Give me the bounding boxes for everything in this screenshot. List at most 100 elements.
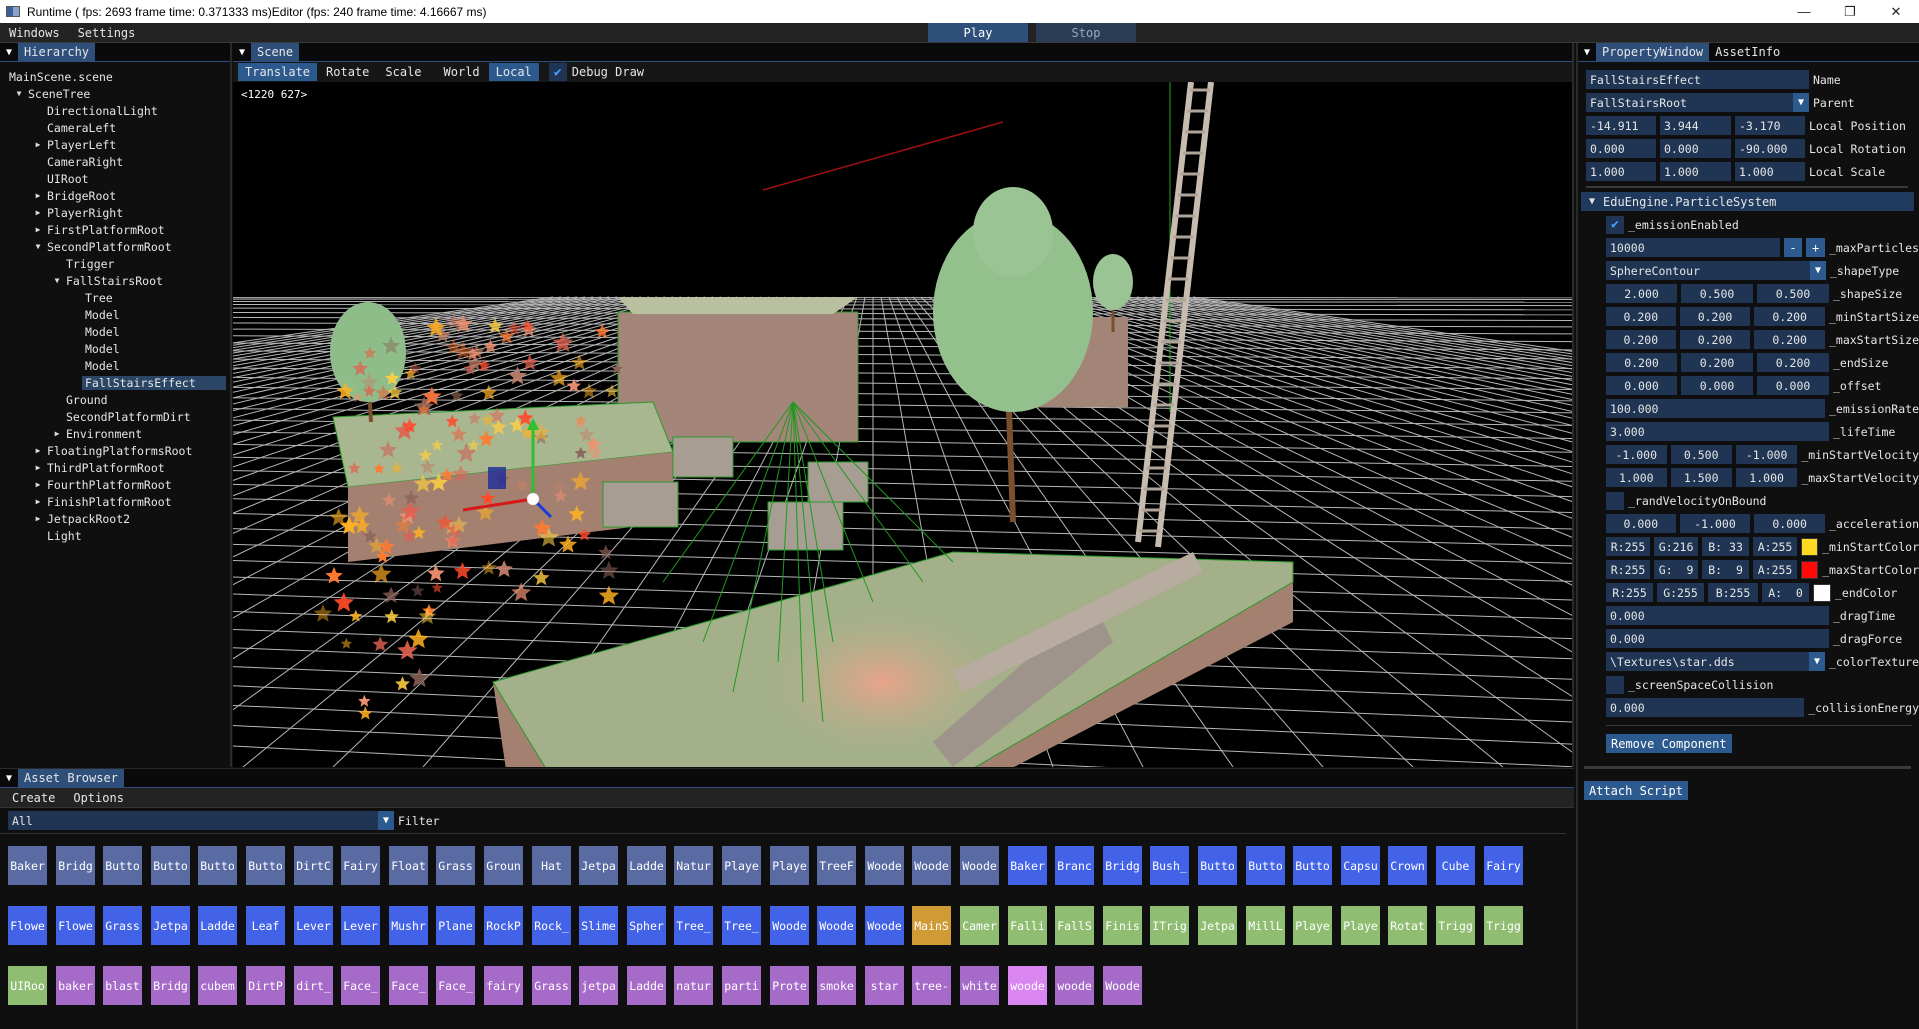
local-rotation-z[interactable]: -90.000 (1735, 139, 1805, 158)
asset-tile-model[interactable]: Natur (674, 846, 713, 885)
asset-tile-script[interactable]: Finis (1103, 906, 1142, 945)
asset-tile-model[interactable]: Woode (912, 846, 951, 885)
tab-asset-info[interactable]: AssetInfo (1709, 43, 1786, 61)
collapse-arrow-icon[interactable]: ▶ (32, 463, 44, 472)
asset-tile-model[interactable]: Float (389, 846, 428, 885)
minimize-button[interactable]: — (1781, 0, 1827, 23)
color-r-input[interactable]: R:255 (1606, 560, 1651, 579)
collapse-arrow-icon[interactable]: ▶ (32, 514, 44, 523)
drag-time-input[interactable]: 0.000 (1606, 606, 1829, 625)
color-g-input[interactable]: G: 9 (1654, 560, 1699, 579)
asset-tile-material[interactable]: Ladde (627, 966, 666, 1005)
asset-tile-model[interactable]: Grass (436, 846, 475, 885)
asset-tile-script[interactable]: Jetpa (1198, 906, 1237, 945)
asset-tile-texture[interactable]: Slime (579, 906, 618, 945)
asset-tile-model[interactable]: Jetpa (579, 846, 618, 885)
asset-tile-model[interactable]: Woode (865, 846, 904, 885)
scene-viewport[interactable]: <1220 627> (233, 82, 1572, 767)
menu-options[interactable]: Options (61, 791, 130, 805)
tab-property-window[interactable]: PropertyWindow (1596, 43, 1710, 61)
max-start-velocity-y[interactable]: 1.500 (1670, 468, 1732, 487)
tab-scene[interactable]: Scene (251, 43, 300, 61)
min-start-velocity-y[interactable]: 0.500 (1670, 445, 1732, 464)
asset-tile-script[interactable]: MillL (1246, 906, 1285, 945)
emission-rate-input[interactable]: 100.000 (1606, 399, 1825, 418)
tree-item[interactable]: Ground (0, 391, 230, 408)
color-r-input[interactable]: R:255 (1606, 583, 1653, 602)
attach-script-button[interactable]: Attach Script (1584, 781, 1688, 800)
tree-item[interactable]: ▼ SecondPlatformRoot (0, 238, 230, 255)
asset-tile-script[interactable]: FallS (1055, 906, 1094, 945)
maximize-button[interactable]: ❐ (1827, 0, 1873, 23)
asset-tile-texture[interactable]: Woode (865, 906, 904, 945)
color-g-input[interactable]: G:255 (1657, 583, 1704, 602)
asset-tile-script[interactable]: Trigg (1436, 906, 1475, 945)
debug-draw-checkbox[interactable]: ✔ (548, 63, 567, 81)
asset-tile-material[interactable]: tree- (912, 966, 951, 1005)
asset-tile-script[interactable]: Camer (960, 906, 999, 945)
color-a-input[interactable]: A:255 (1753, 537, 1798, 556)
tab-asset-browser[interactable]: Asset Browser (18, 769, 124, 787)
tree-item[interactable]: ▶ ThirdPlatformRoot (0, 459, 230, 476)
rand-velocity-checkbox[interactable] (1606, 491, 1624, 510)
asset-tile-texture[interactable]: Woode (817, 906, 856, 945)
tree-item[interactable]: ▶ FirstPlatformRoot (0, 221, 230, 238)
asset-tile-model[interactable]: Butto (103, 846, 142, 885)
tree-item[interactable]: DirectionalLight (0, 102, 230, 119)
asset-tile-script[interactable]: ITrig (1150, 906, 1189, 945)
panel-collapse-icon[interactable]: ▼ (233, 43, 251, 61)
tree-item[interactable]: ▶ PlayerRight (0, 204, 230, 221)
asset-tile-model[interactable]: Ladde (627, 846, 666, 885)
asset-tile-model[interactable]: Butto (151, 846, 190, 885)
asset-tile-texture[interactable]: Crown (1388, 846, 1427, 885)
collapse-arrow-icon[interactable]: ▶ (32, 480, 44, 489)
asset-tile-material[interactable]: Face_ (436, 966, 475, 1005)
local-position-z[interactable]: -3.170 (1735, 116, 1805, 135)
asset-tile-texture[interactable]: Jetpa (151, 906, 190, 945)
asset-tile-material[interactable]: baker (56, 966, 95, 1005)
tab-hierarchy[interactable]: Hierarchy (18, 43, 96, 61)
vector-y-input[interactable]: 0.200 (1679, 307, 1751, 326)
tree-item[interactable]: CameraRight (0, 153, 230, 170)
increment-button[interactable]: + (1806, 238, 1825, 257)
rotate-button[interactable]: Rotate (319, 63, 376, 81)
asset-tile-texture[interactable]: Lever (341, 906, 380, 945)
min-start-velocity-x[interactable]: -1.000 (1606, 445, 1667, 464)
local-scale-y[interactable]: 1.000 (1660, 162, 1731, 181)
tree-item[interactable]: ▼ SceneTree (0, 85, 230, 102)
asset-tile-material[interactable]: cubem (198, 966, 237, 1005)
color-swatch[interactable] (1801, 560, 1819, 579)
asset-tile-script[interactable]: Playe (1293, 906, 1332, 945)
asset-tile-texture[interactable]: Leaf (246, 906, 285, 945)
particle-system-header[interactable]: ▼ EduEngine.ParticleSystem (1581, 192, 1914, 211)
color-a-input[interactable]: A:255 (1753, 560, 1798, 579)
collapse-arrow-icon[interactable]: ▶ (32, 497, 44, 506)
menu-settings[interactable]: Settings (69, 26, 145, 40)
asset-tile-texture[interactable]: Flowe (56, 906, 95, 945)
parent-select[interactable]: FallStairsRoot (1586, 93, 1793, 112)
asset-tile-texture[interactable]: Mushr (389, 906, 428, 945)
life-time-input[interactable]: 3.000 (1606, 422, 1829, 441)
local-rotation-y[interactable]: 0.000 (1660, 139, 1731, 158)
max-particles-input[interactable]: 10000 (1606, 238, 1780, 257)
color-texture-dropdown-arrow[interactable]: ▼ (1809, 652, 1825, 671)
tree-item[interactable]: ▶ FinishPlatformRoot (0, 493, 230, 510)
asset-tile-model[interactable]: Butto (198, 846, 237, 885)
vector-x-input[interactable]: 0.000 (1606, 376, 1677, 395)
vector-x-input[interactable]: 0.200 (1606, 330, 1676, 349)
color-swatch[interactable] (1813, 583, 1831, 602)
asset-tile-script[interactable]: Rotat (1388, 906, 1427, 945)
asset-tile-texture[interactable]: Grass (103, 906, 142, 945)
asset-tile-material[interactable]: smoke (817, 966, 856, 1005)
vector-y-input[interactable]: 0.200 (1681, 353, 1753, 372)
vector-x-input[interactable]: 2.000 (1606, 284, 1677, 303)
shape-type-select[interactable]: SphereContour (1606, 261, 1810, 280)
local-scale-x[interactable]: 1.000 (1586, 162, 1656, 181)
asset-tile-texture[interactable]: Baker (1008, 846, 1047, 885)
expand-arrow-icon[interactable]: ▼ (13, 89, 25, 98)
parent-dropdown-arrow[interactable]: ▼ (1793, 93, 1809, 112)
asset-tile-texture[interactable]: Flowe (8, 906, 47, 945)
asset-tile-material[interactable]: Face_ (341, 966, 380, 1005)
asset-tile-material[interactable]: blast (103, 966, 142, 1005)
panel-collapse-icon[interactable]: ▼ (0, 43, 18, 61)
